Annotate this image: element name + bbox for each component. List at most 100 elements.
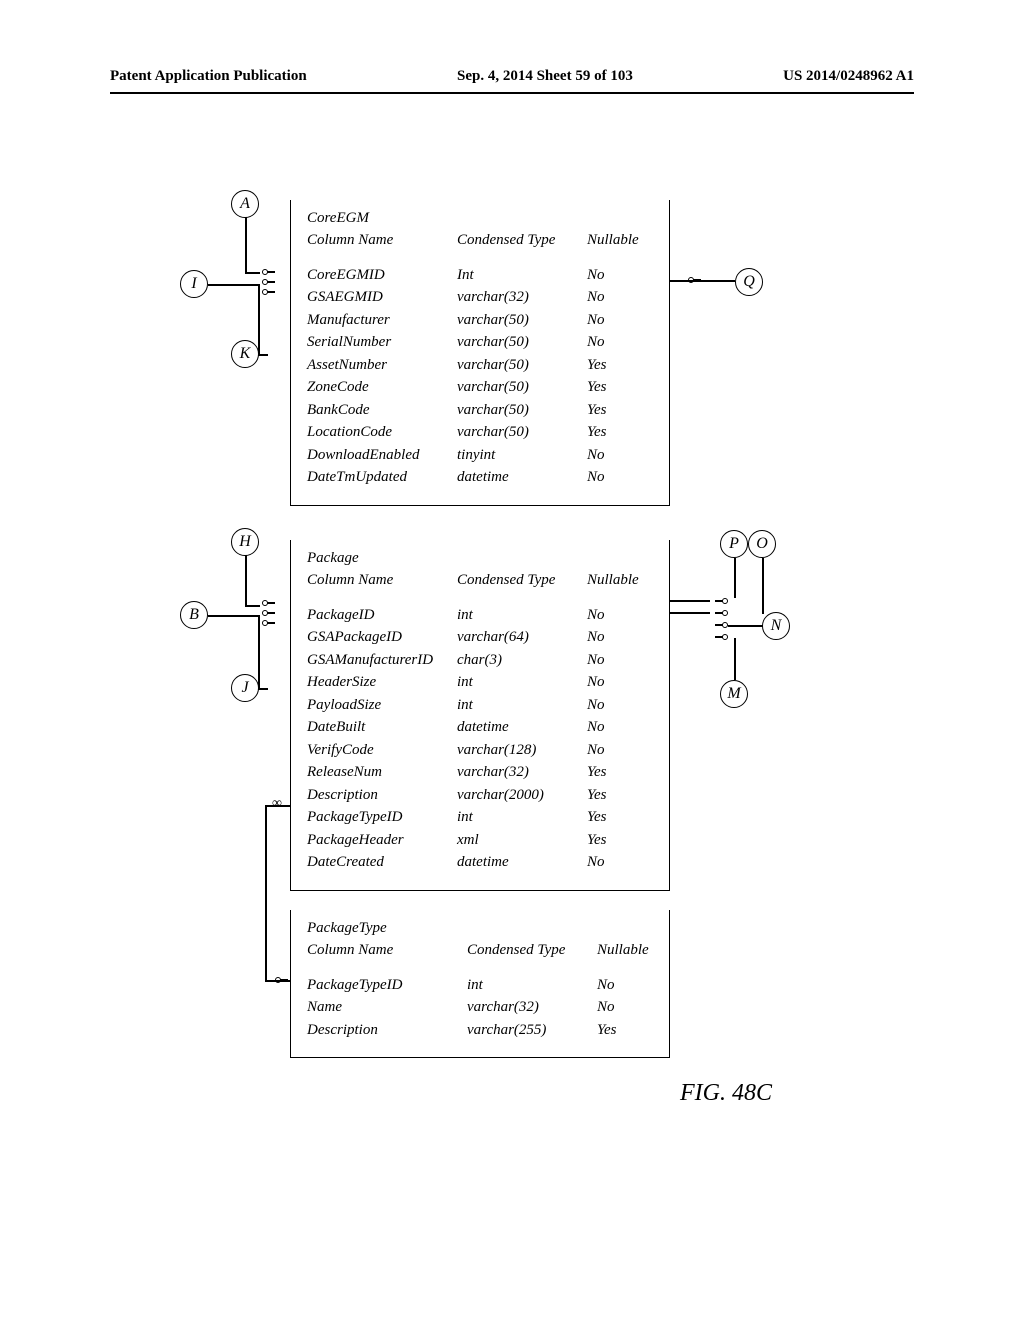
key-icon	[262, 289, 274, 295]
table-header-row: Column Name Condensed Type Nullable	[307, 569, 653, 592]
cell-name: LocationCode	[307, 421, 457, 444]
key-icon	[716, 610, 728, 616]
col-nullable: Nullable	[587, 569, 647, 592]
connector	[245, 217, 247, 272]
table-row: GSAManufacturerID char(3) No	[307, 649, 653, 672]
cell-nullable: Yes	[587, 784, 647, 807]
connector	[245, 605, 260, 607]
cell-name: Description	[307, 784, 457, 807]
table-row: ZoneCode varchar(50) Yes	[307, 376, 653, 399]
table-row: DateTmUpdated datetime No	[307, 466, 653, 489]
key-icon	[262, 620, 274, 626]
table-row: ReleaseNum varchar(32) Yes	[307, 761, 653, 784]
key-icon	[688, 277, 700, 283]
cell-type: Int	[457, 264, 587, 287]
col-type: Condensed Type	[457, 229, 587, 252]
cell-name: Manufacturer	[307, 309, 457, 332]
cell-name: PackageID	[307, 604, 457, 627]
infinity-icon: ∞	[272, 796, 282, 812]
cell-nullable: No	[587, 604, 647, 627]
connector	[762, 558, 764, 614]
cell-type: varchar(50)	[457, 376, 587, 399]
header-rule	[110, 92, 914, 94]
cell-name: VerifyCode	[307, 739, 457, 762]
key-icon	[716, 622, 728, 628]
table-row: DateCreated datetime No	[307, 851, 653, 874]
cell-type: xml	[457, 829, 587, 852]
connector	[734, 558, 736, 598]
cell-nullable: No	[587, 444, 647, 467]
header-center: Sep. 4, 2014 Sheet 59 of 103	[457, 68, 633, 85]
cell-type: varchar(255)	[467, 1019, 597, 1042]
cell-type: int	[457, 806, 587, 829]
cell-name: HeaderSize	[307, 671, 457, 694]
connector	[258, 688, 268, 690]
table-row: PackageHeader xml Yes	[307, 829, 653, 852]
header-right: US 2014/0248962 A1	[783, 68, 914, 85]
cell-name: GSAManufacturerID	[307, 649, 457, 672]
cell-type: varchar(50)	[457, 354, 587, 377]
cell-name: PackageTypeID	[307, 806, 457, 829]
table-row: DownloadEnabled tinyint No	[307, 444, 653, 467]
table-core-egm: CoreEGM Column Name Condensed Type Nulla…	[290, 200, 670, 506]
connector	[245, 555, 247, 605]
col-type: Condensed Type	[457, 569, 587, 592]
cell-nullable: No	[587, 264, 647, 287]
figure-label: FIG. 48C	[680, 1080, 772, 1107]
col-name: Column Name	[307, 229, 457, 252]
table-row: DateBuilt datetime No	[307, 716, 653, 739]
table-title: CoreEGM	[307, 210, 653, 227]
cell-nullable: No	[597, 996, 657, 1019]
table-row: BankCode varchar(50) Yes	[307, 399, 653, 422]
cell-nullable: No	[587, 626, 647, 649]
key-icon	[275, 977, 287, 983]
cell-type: datetime	[457, 851, 587, 874]
ref-circle-P: P	[720, 530, 748, 558]
ref-circle-Q: Q	[735, 268, 763, 296]
cell-nullable: No	[587, 739, 647, 762]
connector	[670, 612, 710, 614]
table-title: Package	[307, 550, 653, 567]
cell-name: BankCode	[307, 399, 457, 422]
table-row: VerifyCode varchar(128) No	[307, 739, 653, 762]
cell-type: varchar(32)	[457, 761, 587, 784]
cell-type: varchar(32)	[457, 286, 587, 309]
cell-type: datetime	[457, 716, 587, 739]
table-row: LocationCode varchar(50) Yes	[307, 421, 653, 444]
connector	[208, 615, 258, 617]
table-row: PackageID int No	[307, 604, 653, 627]
cell-type: varchar(50)	[457, 399, 587, 422]
cell-nullable: Yes	[587, 399, 647, 422]
page-header: Patent Application Publication Sep. 4, 2…	[110, 68, 914, 85]
table-body: PackageID int No GSAPackageID varchar(64…	[307, 604, 653, 874]
cell-name: DateTmUpdated	[307, 466, 457, 489]
cell-name: PackageHeader	[307, 829, 457, 852]
cell-name: DateCreated	[307, 851, 457, 874]
key-icon	[262, 610, 274, 616]
cell-nullable: No	[587, 331, 647, 354]
cell-nullable: No	[587, 286, 647, 309]
cell-type: int	[457, 694, 587, 717]
ref-circle-B: B	[180, 601, 208, 629]
table-package: Package Column Name Condensed Type Nulla…	[290, 540, 670, 891]
connector	[734, 638, 736, 680]
cell-type: tinyint	[457, 444, 587, 467]
key-icon	[262, 269, 274, 275]
cell-nullable: Yes	[587, 806, 647, 829]
cell-nullable: No	[587, 671, 647, 694]
table-row: SerialNumber varchar(50) No	[307, 331, 653, 354]
cell-nullable: Yes	[587, 376, 647, 399]
table-body: CoreEGMID Int No GSAEGMID varchar(32) No…	[307, 264, 653, 489]
cell-name: Description	[307, 1019, 467, 1042]
connector	[670, 280, 735, 282]
ref-circle-J: J	[231, 674, 259, 702]
connector	[265, 805, 267, 980]
cell-name: PackageTypeID	[307, 974, 467, 997]
cell-type: varchar(50)	[457, 331, 587, 354]
cell-type: int	[457, 604, 587, 627]
table-body: PackageTypeID int No Name varchar(32) No…	[307, 974, 653, 1042]
table-row: Description varchar(2000) Yes	[307, 784, 653, 807]
cell-name: ReleaseNum	[307, 761, 457, 784]
cell-type: varchar(32)	[467, 996, 597, 1019]
cell-type: varchar(128)	[457, 739, 587, 762]
